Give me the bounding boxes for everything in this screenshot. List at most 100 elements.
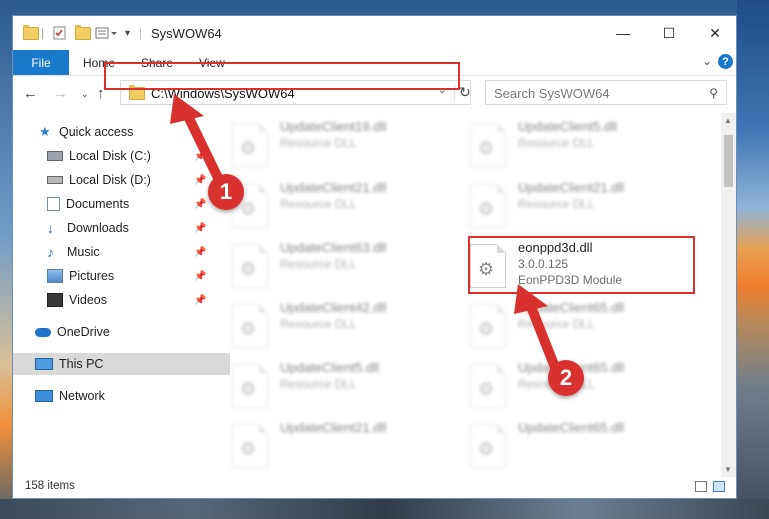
file-type: Resource DLL bbox=[280, 377, 357, 391]
sidebar-item-label: Music bbox=[67, 245, 100, 259]
sidebar-item-label: Downloads bbox=[67, 221, 129, 235]
desktop-wallpaper bbox=[737, 0, 769, 519]
dll-file-icon: ⚙ bbox=[232, 123, 268, 167]
file-type: Resource DLL bbox=[280, 317, 357, 331]
file-type: Resource DLL bbox=[280, 197, 357, 211]
file-list: ⚙ UpdateClient19.dll Resource DLL ⚙ Upda… bbox=[208, 113, 723, 477]
file-name: UpdateClient5.dll bbox=[518, 119, 618, 134]
pictures-icon bbox=[47, 269, 63, 283]
details-view-icon[interactable] bbox=[695, 481, 707, 492]
dll-file-icon: ⚙ bbox=[232, 424, 268, 468]
file-item[interactable]: ⚙ UpdateClient19.dll Resource DLL bbox=[232, 119, 462, 173]
search-placeholder[interactable]: Search SysWOW64 bbox=[494, 86, 610, 101]
help-button[interactable]: ? bbox=[718, 54, 733, 69]
new-folder-button[interactable] bbox=[75, 24, 91, 41]
recent-locations-icon[interactable]: ⌄ bbox=[81, 89, 89, 100]
gear-icon: ⚙ bbox=[478, 319, 495, 339]
download-icon: ↓ bbox=[47, 220, 54, 236]
folder-icon bbox=[23, 24, 39, 41]
expand-ribbon-icon[interactable]: ⌄ bbox=[702, 54, 712, 68]
computer-icon bbox=[35, 358, 53, 370]
sidebar-item-quick-access[interactable]: ★ Quick access bbox=[13, 121, 234, 143]
file-item[interactable]: ⚙ UpdateClient42.dll Resource DLL bbox=[232, 300, 462, 354]
properties-icon bbox=[53, 26, 66, 40]
gear-icon: ⚙ bbox=[478, 138, 495, 158]
window-title: SysWOW64 bbox=[151, 26, 222, 41]
videos-icon bbox=[47, 293, 63, 307]
file-type: Resource DLL bbox=[518, 136, 595, 150]
sidebar-item-label: Documents bbox=[66, 197, 130, 211]
file-item[interactable]: ⚙ UpdateClient5.dll Resource DLL bbox=[470, 119, 700, 173]
back-button[interactable]: ← bbox=[23, 85, 38, 102]
pin-icon[interactable]: 📌 bbox=[194, 247, 206, 258]
navigation-pane: ★ Quick access Local Disk (C:) 📌 Local D… bbox=[13, 113, 230, 477]
tab-file[interactable]: File bbox=[13, 50, 69, 75]
properties-button[interactable] bbox=[53, 25, 67, 41]
desktop-wallpaper-bottom bbox=[0, 499, 769, 519]
file-name: UpdateClient21.dll bbox=[280, 420, 387, 435]
pin-icon[interactable]: 📌 bbox=[194, 295, 206, 306]
separator: | bbox=[139, 26, 143, 40]
file-item[interactable]: ⚙ UpdateClient63.dll Resource DLL bbox=[232, 240, 462, 294]
file-name: UpdateClient21.dll bbox=[518, 180, 625, 195]
gear-icon: ⚙ bbox=[240, 199, 257, 219]
documents-icon bbox=[47, 197, 60, 211]
sidebar-item-this-pc[interactable]: This PC bbox=[13, 353, 230, 375]
dll-file-icon: ⚙ bbox=[470, 364, 506, 408]
pin-icon[interactable]: 📌 bbox=[194, 175, 206, 186]
file-item[interactable]: ⚙ UpdateClient21.dll bbox=[232, 420, 462, 474]
dll-file-icon: ⚙ bbox=[232, 364, 268, 408]
pin-icon[interactable]: 📌 bbox=[194, 151, 206, 162]
gear-icon: ⚙ bbox=[478, 379, 495, 399]
step-2-badge: 2 bbox=[548, 360, 584, 396]
scroll-down-icon[interactable]: ▼ bbox=[724, 465, 732, 474]
details-view-icon bbox=[95, 27, 117, 39]
file-type: Resource DLL bbox=[518, 317, 595, 331]
gear-icon: ⚙ bbox=[240, 138, 257, 158]
address-highlight-box bbox=[104, 62, 460, 90]
dll-file-icon: ⚙ bbox=[470, 424, 506, 468]
file-highlight-box bbox=[468, 236, 695, 294]
minimize-button[interactable]: — bbox=[600, 16, 646, 50]
scroll-up-icon[interactable]: ▲ bbox=[724, 116, 732, 125]
item-count: 158 items bbox=[25, 480, 75, 492]
close-button[interactable]: ✕ bbox=[692, 16, 738, 50]
large-icons-view-icon[interactable] bbox=[713, 481, 725, 492]
search-icon[interactable]: ⚲ bbox=[709, 86, 718, 100]
separator: | bbox=[41, 26, 45, 40]
step-1-badge: 1 bbox=[208, 174, 244, 210]
gear-icon: ⚙ bbox=[478, 199, 495, 219]
customize-toolbar-button[interactable] bbox=[95, 25, 119, 41]
file-name: UpdateClient42.dll bbox=[280, 300, 387, 315]
pin-icon[interactable]: 📌 bbox=[194, 223, 206, 234]
file-item[interactable]: ⚙ UpdateClient65.dll Resource DLL bbox=[470, 300, 700, 354]
sidebar-item-network[interactable]: Network bbox=[13, 385, 230, 407]
file-item[interactable]: ⚙ UpdateClient21.dll Resource DLL bbox=[232, 180, 462, 234]
gear-icon: ⚙ bbox=[240, 439, 257, 459]
file-item[interactable]: ⚙ UpdateClient5.dll Resource DLL bbox=[232, 360, 462, 414]
gear-icon: ⚙ bbox=[478, 439, 495, 459]
dll-file-icon: ⚙ bbox=[470, 123, 506, 167]
sidebar-item-label: Pictures bbox=[69, 269, 115, 283]
scrollbar-thumb[interactable] bbox=[724, 135, 733, 187]
file-type: Resource DLL bbox=[518, 197, 595, 211]
maximize-button[interactable]: ☐ bbox=[646, 16, 692, 50]
vertical-scrollbar[interactable]: ▲ ▼ bbox=[721, 113, 736, 477]
star-icon: ★ bbox=[39, 124, 51, 139]
pin-icon[interactable]: 📌 bbox=[194, 199, 206, 210]
sidebar-item-label: Videos bbox=[69, 293, 107, 307]
file-item[interactable]: ⚙ UpdateClient65.dll bbox=[470, 420, 700, 474]
pin-icon[interactable]: 📌 bbox=[194, 271, 206, 282]
file-type: Resource DLL bbox=[280, 257, 357, 271]
sidebar-item-onedrive[interactable]: OneDrive bbox=[13, 321, 230, 343]
search-box[interactable]: Search SysWOW64 ⚲ bbox=[485, 80, 727, 105]
file-name: UpdateClient65.dll bbox=[518, 420, 625, 435]
file-name: UpdateClient5.dll bbox=[280, 360, 380, 375]
file-item[interactable]: ⚙ UpdateClient65.dll Resource DLL bbox=[470, 360, 700, 414]
new-folder-icon bbox=[75, 24, 91, 40]
title-bar: | ▾ | SysWOW64 — ☐ ✕ bbox=[13, 16, 736, 50]
quick-access-dropdown-icon[interactable]: ▾ bbox=[125, 25, 130, 41]
sidebar-item-label: This PC bbox=[59, 357, 104, 371]
file-item[interactable]: ⚙ UpdateClient21.dll Resource DLL bbox=[470, 180, 700, 234]
forward-button[interactable]: → bbox=[53, 85, 68, 102]
